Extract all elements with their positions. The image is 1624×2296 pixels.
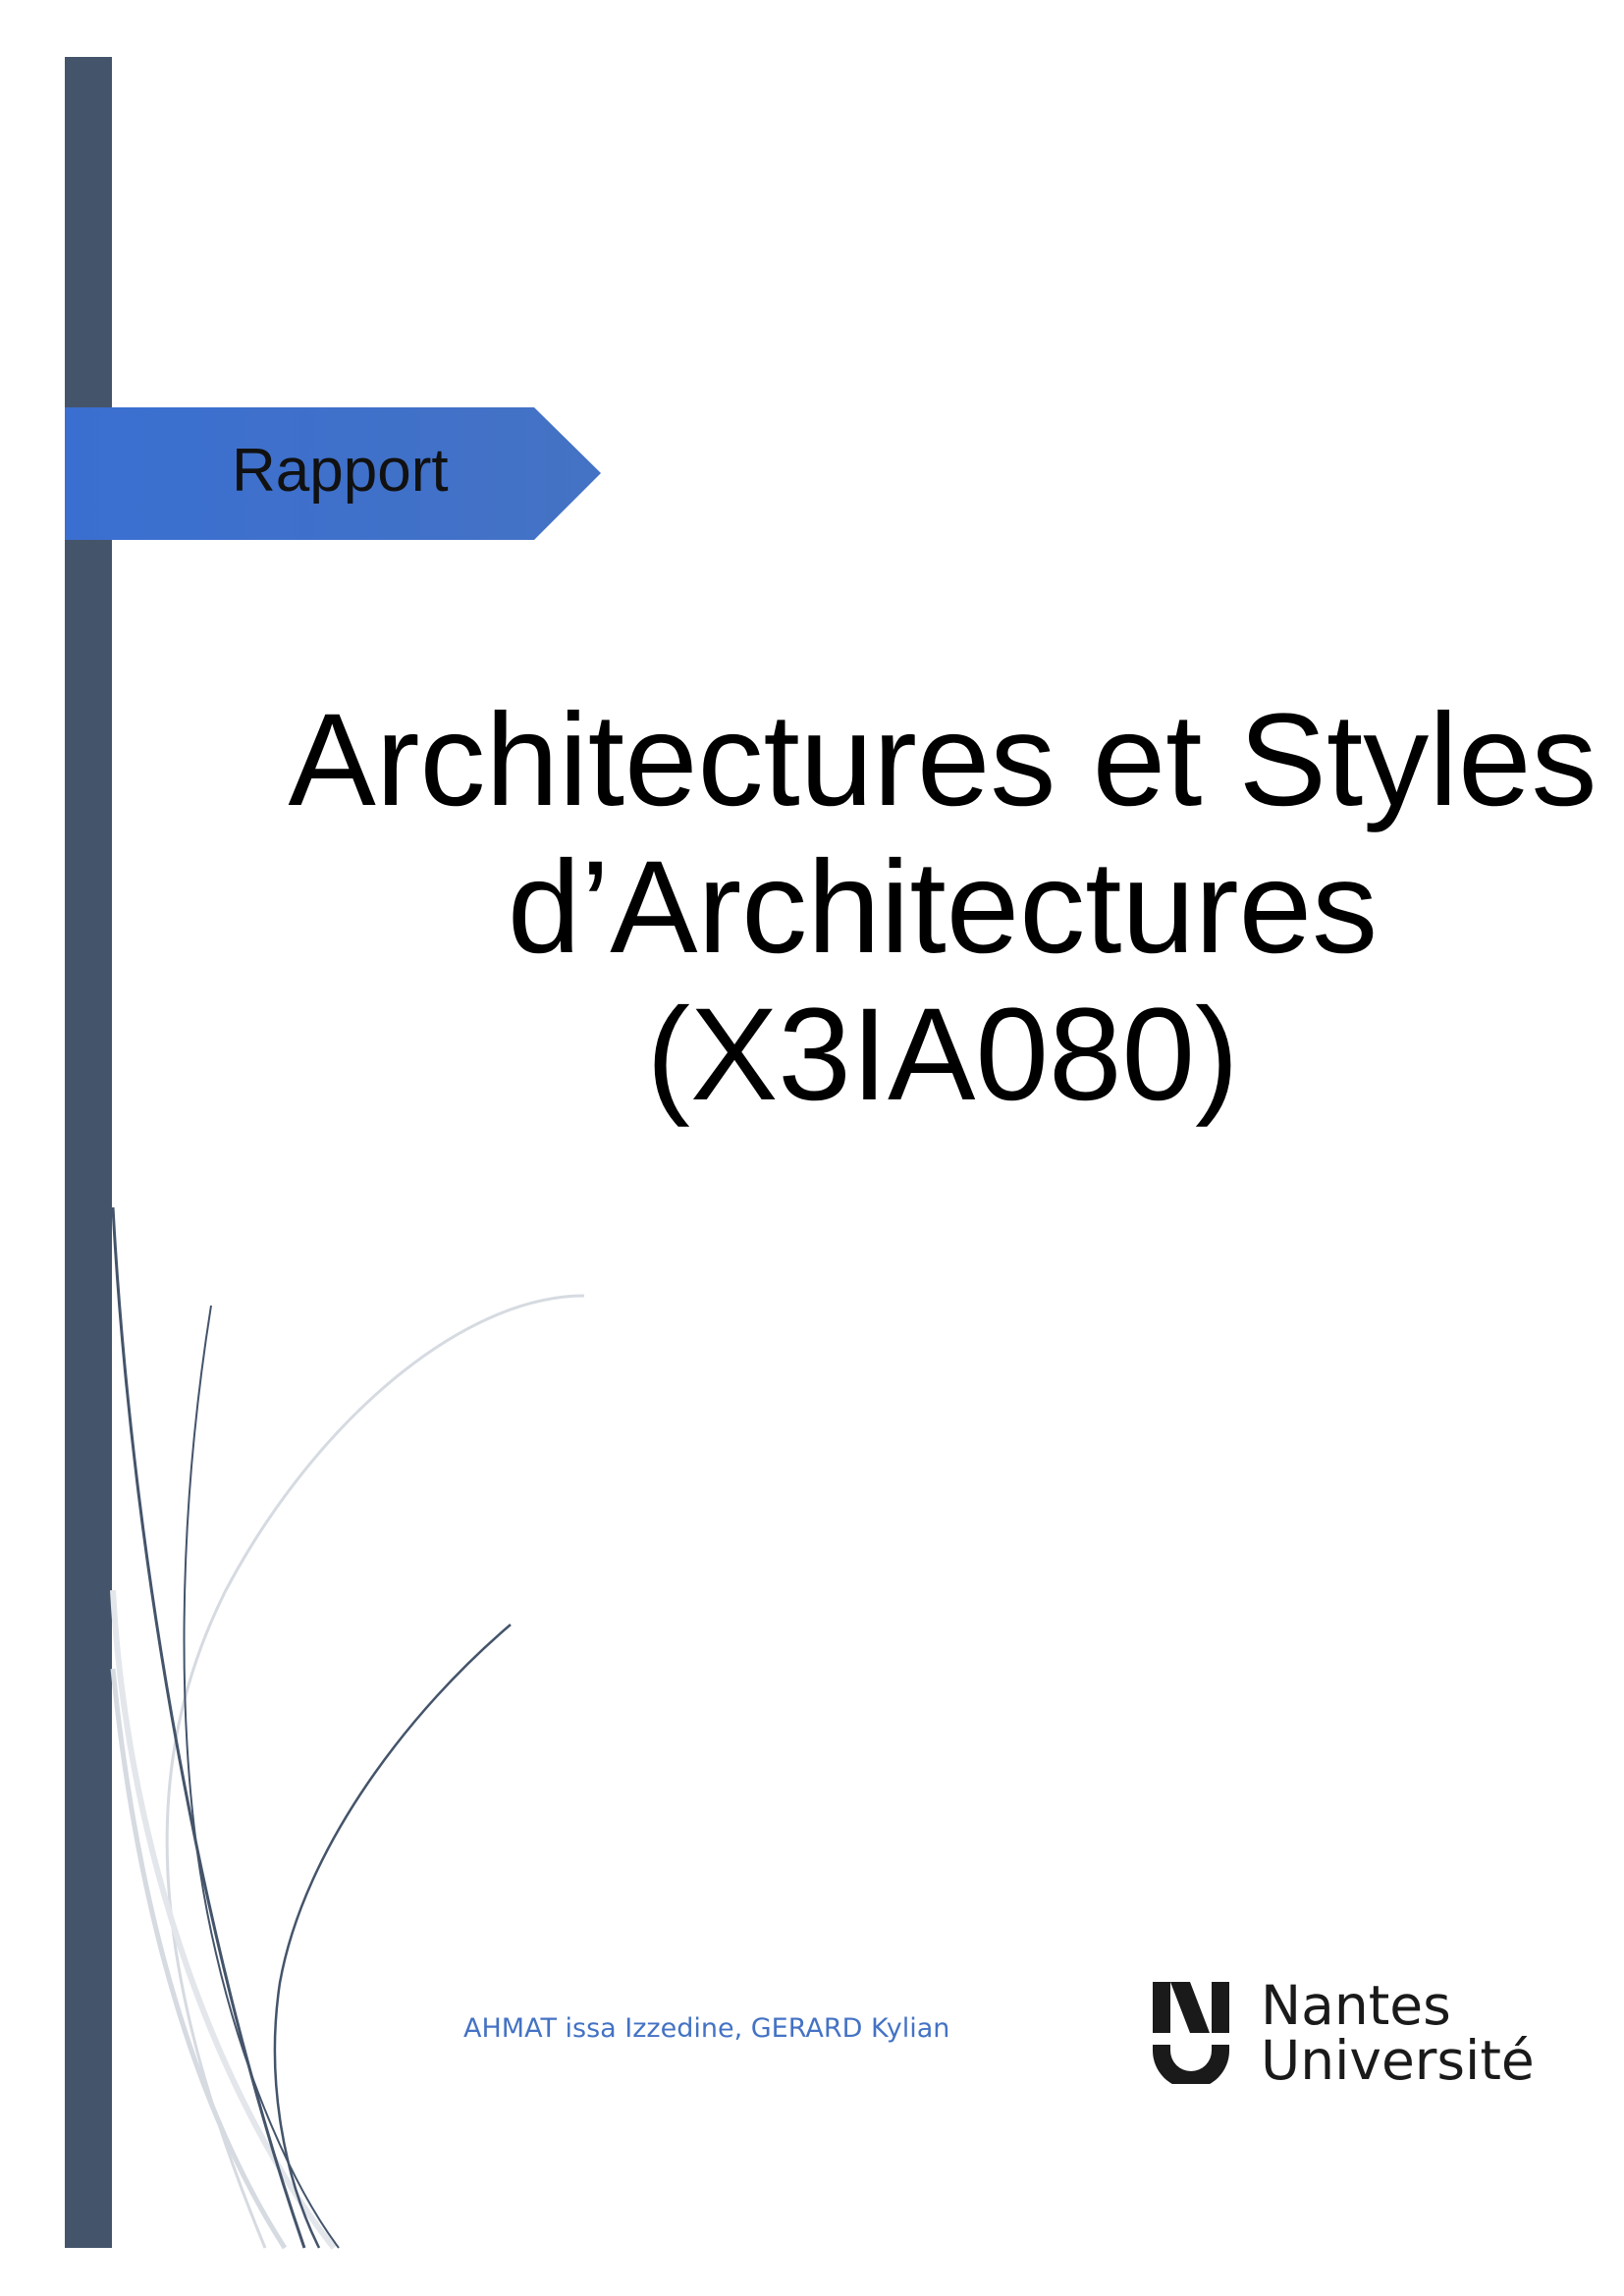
curve-light-3 (110, 1589, 337, 2250)
curve-dark-2 (183, 1305, 340, 2249)
university-logo: Nantes Université (1151, 1978, 1573, 2091)
cover-page: Rapport Architectures et Styles d’Archit… (0, 0, 1624, 2296)
logo-text: Nantes Université (1261, 1978, 1535, 2088)
curve-dark-1 (111, 1206, 306, 2249)
report-ribbon: Rapport (65, 407, 601, 540)
nantes-universite-logo-icon (1153, 1982, 1229, 2084)
title-line-2: d’Architectures (507, 834, 1379, 981)
curve-dark-3 (273, 1624, 512, 2249)
sidebar-bar (65, 57, 112, 2248)
title-line-3: (X3IA080) (646, 982, 1239, 1128)
logo-line-2: Université (1261, 2029, 1535, 2092)
decorative-curves (110, 1206, 585, 2250)
curve-light-1 (165, 1294, 585, 2249)
ribbon-label: Rapport (232, 437, 449, 505)
curve-light-2 (110, 1668, 288, 2250)
document-title: Architectures et Styles d’Architectures … (255, 687, 1624, 1129)
logo-line-1: Nantes (1261, 1974, 1451, 2037)
authors-line: AHMAT issa Izzedine, GERARD Kylian (463, 2013, 950, 2044)
title-line-1: Architectures et Styles (288, 687, 1597, 833)
